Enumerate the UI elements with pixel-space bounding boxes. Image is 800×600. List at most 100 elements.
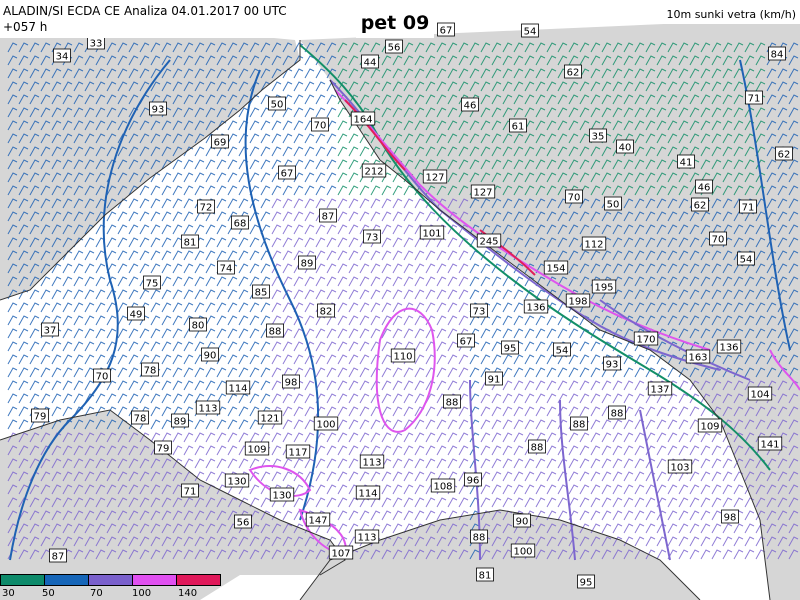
station-value-box: 78 xyxy=(141,362,159,377)
legend-label: 100 xyxy=(132,588,152,599)
station-value: 141 xyxy=(760,440,779,451)
station-value: 79 xyxy=(157,444,170,455)
station-value-box: 90 xyxy=(201,347,219,362)
station-value-box: 141 xyxy=(757,436,783,451)
station-value: 130 xyxy=(272,491,291,502)
station-value: 56 xyxy=(388,43,401,54)
map-title: ALADIN/SI ECDA CE Analiza 04.01.2017 00 … xyxy=(0,0,295,38)
station-value: 78 xyxy=(134,414,147,425)
station-value-box: 117 xyxy=(285,444,311,459)
station-value-box: 50 xyxy=(604,196,622,211)
station-value: 127 xyxy=(425,173,444,184)
station-value-box: 154 xyxy=(543,260,569,275)
station-value-box: 71 xyxy=(745,90,763,105)
station-value: 107 xyxy=(331,549,350,560)
station-value-box: 71 xyxy=(181,483,199,498)
station-value-box: 85 xyxy=(252,284,270,299)
station-value-box: 98 xyxy=(282,374,300,389)
station-value: 88 xyxy=(573,420,586,431)
station-value: 101 xyxy=(422,229,441,240)
station-value-box: 130 xyxy=(269,487,295,502)
station-value-box: 56 xyxy=(385,39,403,54)
station-value: 89 xyxy=(174,417,187,428)
station-value: 67 xyxy=(460,337,473,348)
station-value: 71 xyxy=(748,94,761,105)
station-value: 88 xyxy=(611,409,624,420)
station-value-box: 103 xyxy=(667,459,693,474)
station-value: 164 xyxy=(353,115,372,126)
station-value: 74 xyxy=(220,264,233,275)
station-value: 195 xyxy=(594,283,613,294)
station-value: 212 xyxy=(364,167,383,178)
station-value: 154 xyxy=(546,264,565,275)
station-value-box: 88 xyxy=(266,323,284,338)
station-value: 50 xyxy=(607,200,620,211)
station-value-box: 95 xyxy=(501,340,519,355)
legend-swatch xyxy=(132,574,177,586)
station-value-box: 73 xyxy=(363,229,381,244)
station-value-box: 110 xyxy=(390,348,416,363)
station-value-box: 91 xyxy=(485,371,503,386)
station-value-box: 114 xyxy=(355,485,381,500)
station-value-box: 88 xyxy=(470,529,488,544)
station-value-box: 195 xyxy=(591,279,617,294)
station-value: 147 xyxy=(308,516,327,527)
station-value: 100 xyxy=(513,547,532,558)
station-value: 88 xyxy=(531,443,544,454)
station-value: 108 xyxy=(433,482,452,493)
station-value-box: 88 xyxy=(570,416,588,431)
station-value: 114 xyxy=(358,489,377,500)
station-value-box: 88 xyxy=(528,439,546,454)
station-value: 49 xyxy=(130,310,143,321)
station-value: 79 xyxy=(34,412,47,423)
station-value-box: 127 xyxy=(470,184,496,199)
station-value: 70 xyxy=(712,235,725,246)
station-value: 68 xyxy=(234,219,247,230)
station-value-box: 82 xyxy=(317,303,335,318)
forecast-day: pet 09 xyxy=(356,8,434,38)
color-legend: 30 50 70 100 140 xyxy=(0,574,232,600)
station-value-box: 93 xyxy=(149,101,167,116)
station-value-box: 70 xyxy=(565,189,583,204)
legend-swatch xyxy=(88,574,133,586)
station-value: 114 xyxy=(228,384,247,395)
station-value-box: 54 xyxy=(737,251,755,266)
title-line-2: +057 h xyxy=(3,20,48,34)
station-value-box: 49 xyxy=(127,306,145,321)
legend-label: 50 xyxy=(42,588,55,599)
station-value: 113 xyxy=(362,458,381,469)
station-value-box: 198 xyxy=(565,293,591,308)
legend-swatch xyxy=(44,574,89,586)
station-value: 44 xyxy=(364,58,377,69)
station-value: 93 xyxy=(152,105,165,116)
station-value: 100 xyxy=(316,420,335,431)
station-value: 71 xyxy=(742,203,755,214)
station-value-box: 44 xyxy=(361,54,379,69)
station-value: 81 xyxy=(184,238,197,249)
station-value: 87 xyxy=(322,212,335,223)
station-value-box: 80 xyxy=(189,317,207,332)
station-value-box: 79 xyxy=(154,440,172,455)
station-value-box: 70 xyxy=(709,231,727,246)
station-value: 40 xyxy=(619,143,632,154)
station-value-box: 95 xyxy=(577,574,595,589)
station-value: 73 xyxy=(473,307,486,318)
station-value: 104 xyxy=(750,390,769,401)
station-value: 33 xyxy=(90,39,103,50)
station-value: 80 xyxy=(192,321,205,332)
station-value-box: 130 xyxy=(224,473,250,488)
station-value-box: 109 xyxy=(244,441,270,456)
station-value-box: 40 xyxy=(616,139,634,154)
station-value: 109 xyxy=(700,422,719,433)
title-line-1: ALADIN/SI ECDA CE Analiza 04.01.2017 00 … xyxy=(3,4,287,18)
station-value-box: 121 xyxy=(257,410,283,425)
station-value-box: 112 xyxy=(581,236,607,251)
station-value: 117 xyxy=(288,448,307,459)
station-value: 82 xyxy=(320,307,333,318)
station-value: 96 xyxy=(467,476,480,487)
station-value: 54 xyxy=(524,27,537,38)
station-value-box: 72 xyxy=(197,199,215,214)
station-value-box: 212 xyxy=(361,163,387,178)
station-value: 54 xyxy=(740,255,753,266)
station-value-box: 100 xyxy=(510,543,536,558)
